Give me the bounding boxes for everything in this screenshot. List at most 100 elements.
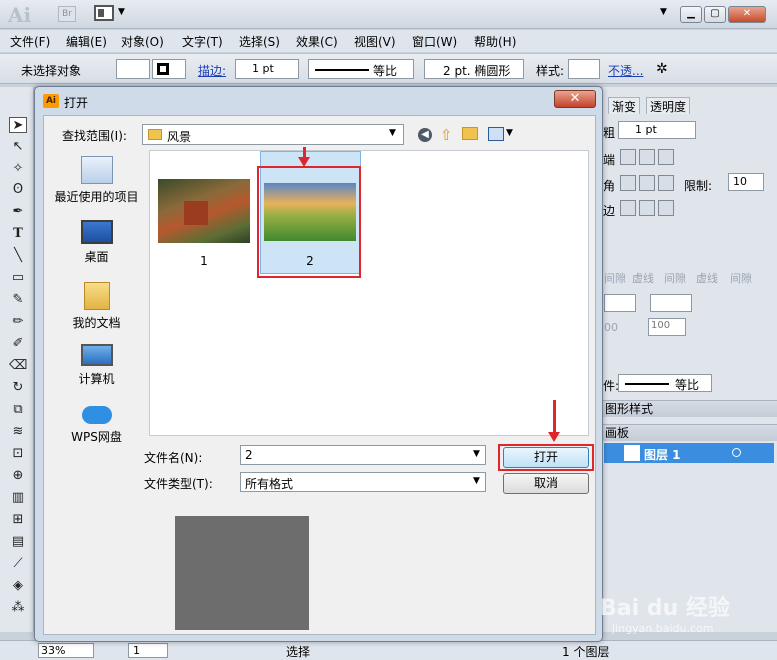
align-center-button[interactable] xyxy=(620,200,636,216)
butt-cap-button[interactable] xyxy=(620,149,636,165)
align-inside-button[interactable] xyxy=(639,200,655,216)
stroke-weight-field[interactable]: 1 pt xyxy=(235,59,299,79)
pen-tool-icon[interactable]: ✒ xyxy=(9,204,27,220)
place-desktop[interactable]: 桌面 xyxy=(49,220,144,265)
stroke-swatch[interactable] xyxy=(152,59,186,79)
gradient-tool-icon[interactable]: ▤ xyxy=(9,534,27,550)
tab-gradient[interactable]: 渐变 xyxy=(608,97,641,114)
place-computer[interactable]: 计算机 xyxy=(49,344,144,387)
dash-gap-label: 间隙 xyxy=(604,272,626,285)
limit-field[interactable]: 10 xyxy=(728,173,764,191)
menu-view[interactable]: 视图(V) xyxy=(354,33,396,50)
recent-items-icon xyxy=(80,156,113,184)
menu-object[interactable]: 对象(O) xyxy=(121,33,164,50)
scale-tool-icon[interactable]: ⧉ xyxy=(9,402,27,418)
cancel-button[interactable]: 取消 xyxy=(503,473,589,494)
filetype-select[interactable]: 所有格式 ▼ xyxy=(240,472,486,492)
chevron-down-icon[interactable]: ▼ xyxy=(506,128,513,138)
menu-edit[interactable]: 编辑(E) xyxy=(66,33,107,50)
graph-tool-icon[interactable]: ▥ xyxy=(9,490,27,506)
file-thumbnail-1[interactable] xyxy=(158,179,250,243)
new-folder-icon[interactable] xyxy=(462,127,478,140)
stroke-link[interactable]: 描边: xyxy=(198,62,226,79)
rotate-tool-icon[interactable]: ↻ xyxy=(9,380,27,396)
warp-tool-icon[interactable]: ≋ xyxy=(9,424,27,440)
zoom-value: 33% xyxy=(41,644,66,657)
layer-target-icon[interactable] xyxy=(732,448,741,457)
miter-join-button[interactable] xyxy=(620,175,636,191)
fill-swatch[interactable] xyxy=(116,59,150,79)
recolor-icon[interactable]: ✲ xyxy=(656,61,668,77)
zoom-select[interactable]: 33% xyxy=(38,643,94,658)
lasso-tool-icon[interactable]: ʘ xyxy=(9,182,27,198)
workspace-dropdown-icon[interactable]: ▼ xyxy=(660,7,667,17)
weight-value: 1 pt xyxy=(635,123,657,136)
menu-window[interactable]: 窗口(W) xyxy=(412,33,457,50)
mesh-tool-icon[interactable]: ⊞ xyxy=(9,512,27,528)
look-in-select[interactable]: 风景 ▼ xyxy=(142,124,404,145)
layer-row[interactable]: 图层 1 xyxy=(604,443,774,463)
file-list-pane[interactable]: 1 2 xyxy=(149,147,589,436)
projecting-cap-button[interactable] xyxy=(658,149,674,165)
filename-input[interactable]: 2 ▼ xyxy=(240,445,486,465)
blend-tool-icon[interactable]: ◈ xyxy=(9,578,27,594)
menu-select[interactable]: 选择(S) xyxy=(239,33,280,50)
chevron-down-icon[interactable]: ▼ xyxy=(473,449,480,459)
back-icon[interactable]: ◀ xyxy=(418,128,432,142)
profile-select[interactable]: 等比 xyxy=(618,374,712,392)
dash-gap-label: 间隙 xyxy=(664,272,686,285)
magic-wand-tool-icon[interactable]: ✧ xyxy=(9,161,27,177)
view-menu-icon[interactable] xyxy=(488,127,504,141)
menu-file[interactable]: 文件(F) xyxy=(10,33,50,50)
style-swatch[interactable] xyxy=(568,59,600,79)
open-button[interactable]: 打开 xyxy=(503,447,589,468)
chevron-down-icon[interactable]: ▼ xyxy=(118,7,125,17)
menu-help[interactable]: 帮助(H) xyxy=(474,33,516,50)
weight-field[interactable]: 1 pt xyxy=(618,121,696,139)
free-transform-tool-icon[interactable]: ⊡ xyxy=(9,446,27,462)
shape-builder-tool-icon[interactable]: ⊕ xyxy=(9,468,27,484)
maximize-button[interactable]: ▢ xyxy=(704,6,726,23)
up-folder-icon[interactable]: ⇧ xyxy=(440,126,453,144)
line-tool-icon[interactable]: ╲ xyxy=(9,248,27,264)
paintbrush-tool-icon[interactable]: ✎ xyxy=(9,292,27,308)
eyedropper-tool-icon[interactable]: ⟋ xyxy=(9,556,27,572)
arrowhead-start-select[interactable] xyxy=(604,294,636,312)
eraser-tool-icon[interactable]: ⌫ xyxy=(9,358,27,374)
direct-selection-tool-icon[interactable]: ↖ xyxy=(9,139,27,155)
preview-area xyxy=(175,516,309,630)
close-button[interactable]: ✕ xyxy=(728,6,766,23)
bevel-join-button[interactable] xyxy=(658,175,674,191)
arrow-scale-end-field[interactable]: 100 xyxy=(648,318,686,336)
rectangle-tool-icon[interactable]: ▭ xyxy=(9,270,27,286)
arrange-documents-icon[interactable] xyxy=(94,5,114,21)
place-wps-cloud[interactable]: WPS网盘 xyxy=(49,406,144,445)
place-documents[interactable]: 我的文档 xyxy=(49,282,144,331)
minimize-button[interactable]: ▁ xyxy=(680,6,702,23)
file-name-1[interactable]: 1 xyxy=(159,254,249,268)
menu-type[interactable]: 文字(T) xyxy=(182,33,223,50)
tab-transparency[interactable]: 透明度 xyxy=(646,97,691,114)
corner-label: 角 xyxy=(603,179,616,193)
bridge-button[interactable]: Br xyxy=(58,6,76,22)
brush-select[interactable]: 2 pt. 椭圆形 xyxy=(424,59,524,79)
artboard-number-field[interactable]: 1 xyxy=(128,643,168,658)
symbol-sprayer-tool-icon[interactable]: ⁂ xyxy=(9,600,27,616)
place-recent[interactable]: 最近使用的项目 xyxy=(49,156,144,205)
blob-brush-tool-icon[interactable]: ✐ xyxy=(9,336,27,352)
round-join-button[interactable] xyxy=(639,175,655,191)
menu-effect[interactable]: 效果(C) xyxy=(296,33,338,50)
dialog-close-button[interactable]: ✕ xyxy=(554,90,596,108)
pencil-tool-icon[interactable]: ✏ xyxy=(9,314,27,330)
graphic-styles-panel-header[interactable]: 图形样式 xyxy=(602,400,777,417)
type-tool-icon[interactable]: T xyxy=(9,226,27,242)
selection-tool-icon[interactable]: ➤ xyxy=(9,117,27,133)
stroke-profile-select[interactable]: 等比 xyxy=(308,59,414,79)
artboards-panel-header[interactable]: 画板 xyxy=(602,424,777,441)
round-cap-button[interactable] xyxy=(639,149,655,165)
look-in-label: 查找范围(I): xyxy=(62,129,127,143)
align-outside-button[interactable] xyxy=(658,200,674,216)
opacity-link[interactable]: 不透... xyxy=(608,62,643,79)
documents-folder-icon xyxy=(83,282,110,310)
arrowhead-end-select[interactable] xyxy=(650,294,692,312)
